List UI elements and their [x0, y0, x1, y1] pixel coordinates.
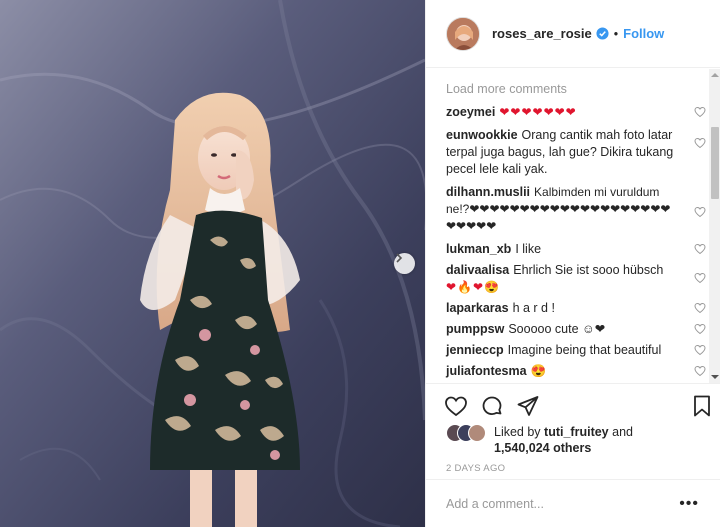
comments-list: Load more comments zoeymei ❤❤❤❤❤❤❤ eunwoo…	[426, 69, 708, 383]
like-heart-icon[interactable]	[444, 394, 468, 418]
more-options-button[interactable]: •••	[679, 496, 699, 512]
post-header: roses_are_rosie • Follow	[426, 0, 720, 68]
follow-button[interactable]: Follow	[623, 26, 664, 41]
comment-bubble-icon[interactable]	[480, 394, 504, 418]
comment-like-heart-icon[interactable]	[694, 243, 706, 255]
chevron-right-icon	[396, 253, 403, 263]
likes-count[interactable]: 1,540,024 others	[494, 441, 591, 455]
liker-username[interactable]: tuti_fruitey	[544, 425, 609, 439]
comment-item: pumppsw Sooooo cute ☺❤	[446, 321, 708, 338]
comment-item: jenniecсp Imagine being that beautiful	[446, 342, 708, 359]
comment-item: dilhann.muslii Kalbimden mi vuruldum ne!?…	[446, 184, 708, 235]
instagram-post: roses_are_rosie • Follow Load more comme…	[0, 0, 720, 527]
comment-like-heart-icon[interactable]	[694, 206, 706, 218]
post-username[interactable]: roses_are_rosie	[492, 26, 592, 41]
photo-illustration	[0, 0, 425, 527]
add-comment-input[interactable]	[446, 496, 666, 511]
comment-text: Imagine being that beautiful	[507, 343, 662, 357]
comment-username[interactable]: dilhann.muslii	[446, 185, 530, 199]
comment-username[interactable]: pumppsw	[446, 322, 504, 336]
comment-text: Ehrlich Sie ist sooo hübsch	[513, 263, 664, 277]
comment-username[interactable]: eunwookkie	[446, 128, 518, 142]
comment-like-heart-icon[interactable]	[694, 302, 706, 314]
liker-avatar	[468, 424, 486, 442]
comment-text: I like	[515, 242, 542, 256]
comment-item: laparkaras h a r d !	[446, 300, 708, 317]
scroll-up-arrow-icon[interactable]	[709, 69, 720, 81]
verified-badge-icon	[596, 27, 609, 40]
next-image-button[interactable]	[394, 253, 415, 274]
separator-dot: •	[613, 26, 619, 41]
comment-text: 😍	[530, 364, 547, 378]
likes-conjunction: and	[612, 425, 633, 439]
likes-summary: Liked by tuti_fruitey and 1,540,024 othe…	[446, 424, 706, 456]
comment-like-heart-icon[interactable]	[694, 365, 706, 377]
comments-scrollbar[interactable]	[709, 69, 720, 383]
add-comment-bar: •••	[426, 479, 720, 527]
comment-username[interactable]: jenniecсp	[446, 343, 504, 357]
comment-text: ❤❤❤❤❤❤❤	[499, 105, 577, 119]
avatar-image	[447, 17, 479, 50]
comment-username[interactable]: dalivaalisa	[446, 263, 509, 277]
action-bar	[444, 394, 714, 420]
comment-like-heart-icon[interactable]	[694, 344, 706, 356]
likes-text: Liked by tuti_fruitey and 1,540,024 othe…	[494, 424, 633, 456]
comment-username[interactable]: lukman_xb	[446, 242, 511, 256]
avatar[interactable]	[446, 16, 480, 51]
comment-username[interactable]: zoeymei	[446, 105, 495, 119]
post-timestamp[interactable]: 2 DAYS AGO	[446, 463, 505, 474]
comment-text: h a r d !	[512, 301, 555, 315]
share-icon[interactable]	[516, 394, 540, 418]
comment-emoji-line: ❤🔥❤😍	[446, 280, 500, 294]
comment-like-heart-icon[interactable]	[694, 323, 706, 335]
post-side-panel: roses_are_rosie • Follow Load more comme…	[425, 0, 720, 527]
liker-avatars[interactable]	[446, 424, 494, 442]
post-photo[interactable]	[0, 0, 425, 527]
comment-username[interactable]: juliafontesma	[446, 364, 527, 378]
comment-like-heart-icon[interactable]	[694, 106, 706, 118]
comment-text: Sooooo cute ☺❤	[508, 322, 606, 336]
comment-item: dalivaalisa Ehrlich Sie ist sooo hübsch ❤…	[446, 262, 708, 296]
comment-item: eunwookkie Orang cantik mah foto latar te…	[446, 127, 708, 178]
comment-item: lukman_xb I like	[446, 241, 708, 258]
comment-like-heart-icon[interactable]	[694, 137, 706, 149]
bookmark-icon[interactable]	[690, 394, 714, 418]
comment-like-heart-icon[interactable]	[694, 272, 706, 284]
comment-item: zoeymei ❤❤❤❤❤❤❤	[446, 104, 708, 121]
comment-item: juliafontesma 😍	[446, 363, 708, 380]
likes-prefix: Liked by	[494, 425, 541, 439]
scrollbar-thumb[interactable]	[711, 127, 719, 199]
load-more-comments-button[interactable]: Load more comments	[446, 82, 708, 102]
comment-username[interactable]: laparkaras	[446, 301, 509, 315]
scroll-down-arrow-icon[interactable]	[709, 371, 720, 383]
